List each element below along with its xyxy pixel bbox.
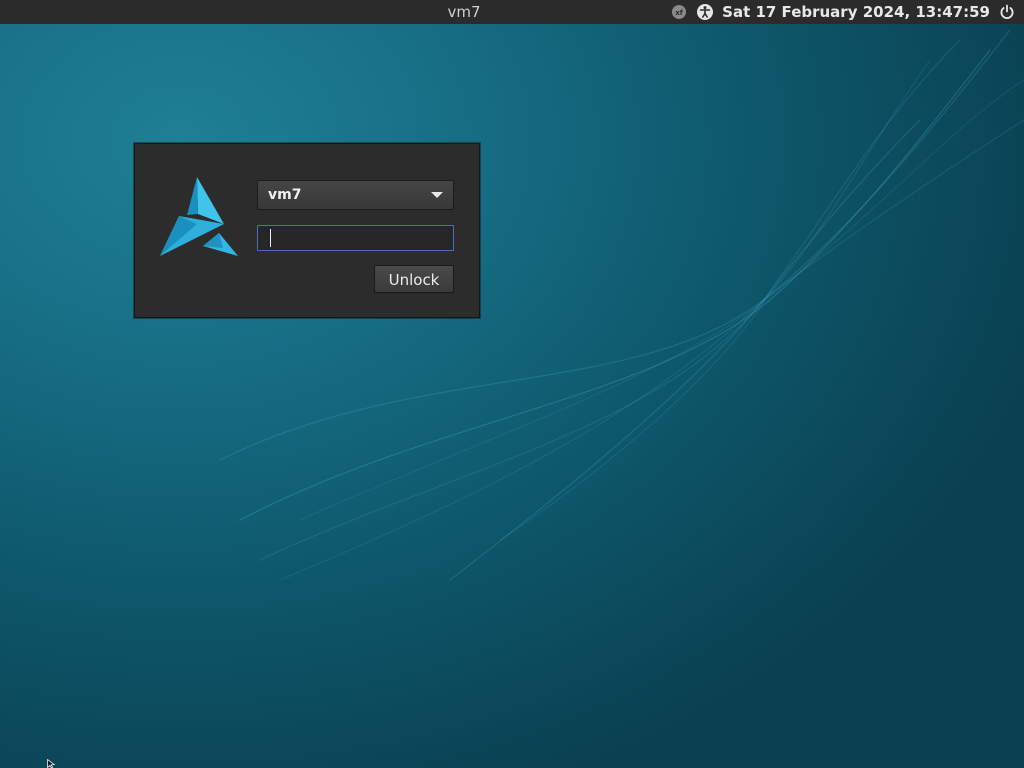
wallpaper-swirl	[219, 29, 1024, 581]
panel-clock[interactable]: Sat 17 February 2024, 13:47:59	[722, 3, 990, 21]
mouse-pointer-icon	[47, 759, 56, 768]
text-caret	[270, 229, 271, 247]
svg-text:xf: xf	[675, 9, 684, 17]
unlock-button[interactable]: Unlock	[374, 265, 454, 293]
unlock-dialog: vm7 Unlock	[134, 143, 480, 318]
xfce-notification-icon[interactable]: xf	[670, 3, 688, 21]
password-input[interactable]	[257, 225, 454, 251]
system-tray: xf Sat 17 February 2024, 13:47:59	[670, 0, 1016, 24]
user-select[interactable]: vm7	[257, 180, 454, 210]
chevron-down-icon	[431, 192, 443, 198]
accessibility-icon[interactable]	[696, 3, 714, 21]
user-select-value: vm7	[268, 187, 302, 203]
distro-logo-icon	[160, 177, 238, 256]
top-panel: vm7 xf Sat 17 February 2024, 13:47:59	[0, 0, 1024, 24]
lock-screen: vm7 xf Sat 17 February 2024, 13:47:59 vm…	[0, 0, 1024, 768]
power-icon[interactable]	[998, 3, 1016, 21]
